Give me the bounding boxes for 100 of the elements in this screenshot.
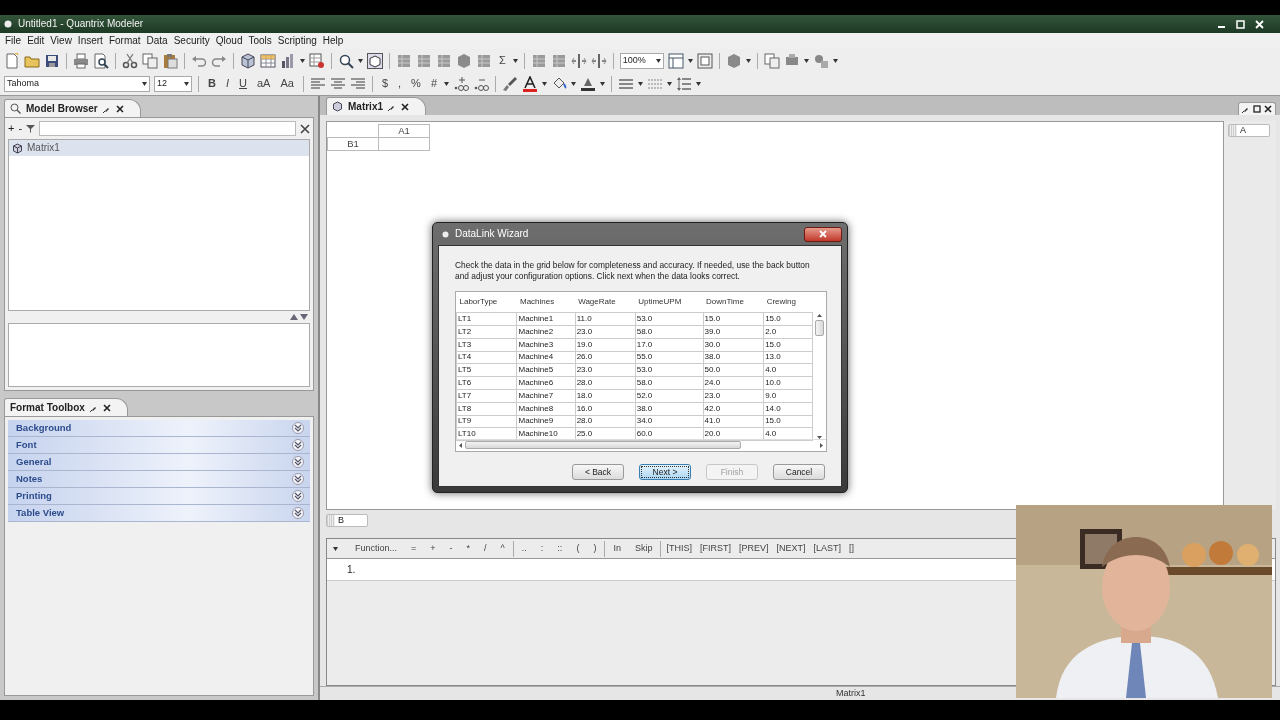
zoom-select[interactable]: 100%	[619, 52, 664, 69]
paste-icon[interactable]	[162, 52, 178, 69]
bold-button[interactable]: B	[205, 76, 219, 91]
menu-item[interactable]: Qloud	[212, 35, 246, 47]
caret-icon[interactable]	[687, 58, 693, 63]
operator-button[interactable]: )	[586, 543, 604, 554]
caret-icon[interactable]	[600, 81, 605, 86]
operator-button[interactable]: [NEXT]	[772, 543, 810, 554]
cube-outline-icon[interactable]	[367, 52, 383, 69]
caret-icon[interactable]	[745, 58, 751, 63]
copy-icon[interactable]	[142, 52, 158, 69]
operator-button[interactable]: In	[606, 543, 628, 554]
sheet-settings-icon[interactable]	[309, 52, 325, 69]
new-file-icon[interactable]	[4, 52, 20, 69]
operator-button[interactable]: [PREV]	[734, 543, 773, 554]
grid-cell[interactable]	[378, 137, 430, 151]
scrollbar-thumb[interactable]	[465, 441, 741, 450]
operator-button[interactable]: [LAST]	[809, 543, 845, 554]
panel-tab[interactable]: Model Browser	[4, 99, 141, 117]
dialog-button[interactable]: Next >	[639, 463, 691, 480]
scissors-icon[interactable]	[122, 52, 138, 69]
search-icon[interactable]	[338, 52, 354, 69]
caret-icon[interactable]	[184, 81, 189, 86]
font-size-select[interactable]: 12	[154, 75, 192, 92]
layout-icon[interactable]	[667, 52, 684, 69]
menu-item[interactable]: File	[2, 35, 25, 47]
operator-button[interactable]: [FIRST]	[695, 543, 735, 554]
sum-button[interactable]: Σ	[496, 53, 509, 68]
scrollbar-thumb[interactable]	[815, 319, 824, 336]
add-button[interactable]: +	[8, 121, 15, 136]
close-button[interactable]	[804, 226, 842, 242]
print-preview-icon[interactable]	[93, 52, 109, 69]
menu-item[interactable]: Scripting	[274, 35, 320, 47]
align-left-icon[interactable]	[309, 75, 326, 92]
align-right-icon[interactable]	[349, 75, 366, 92]
paintbrush-icon[interactable]	[502, 75, 518, 92]
column-split-icon[interactable]	[590, 52, 607, 69]
caret-icon[interactable]	[444, 81, 449, 86]
accordion-header[interactable]: Table View	[8, 505, 310, 522]
caret-icon[interactable]	[542, 81, 547, 86]
accordion-header[interactable]: Printing	[8, 488, 310, 505]
decimal-increase-icon[interactable]	[453, 75, 469, 92]
accordion-header[interactable]: Notes	[8, 471, 310, 488]
column-header[interactable]: A1	[378, 124, 430, 138]
menu-item[interactable]: Data	[143, 35, 171, 47]
number-format-button[interactable]: $	[378, 76, 392, 91]
caret-icon[interactable]	[696, 81, 701, 86]
filter-icon[interactable]	[26, 124, 36, 133]
italic-button[interactable]: I	[222, 76, 232, 91]
tree-item[interactable]: Matrix1	[9, 140, 309, 156]
number-format-button[interactable]: ,	[395, 76, 405, 91]
row-header[interactable]: B1	[327, 137, 379, 151]
operator-button[interactable]: /	[477, 543, 494, 554]
function-menu[interactable]: Function...	[348, 543, 405, 554]
caret-icon[interactable]	[358, 58, 363, 63]
filter-field[interactable]	[39, 121, 296, 136]
operator-button[interactable]: =	[404, 543, 424, 554]
menu-item[interactable]: Tools	[245, 35, 275, 47]
accordion-header[interactable]: General	[8, 454, 310, 471]
shape-icon[interactable]	[456, 52, 472, 69]
bar-chart-icon[interactable]	[280, 52, 296, 69]
printer-icon[interactable]	[73, 52, 89, 69]
operator-button[interactable]: ::	[550, 543, 570, 554]
menu-item[interactable]: Edit	[24, 35, 48, 47]
pin-icon[interactable]	[1242, 105, 1250, 113]
caret-icon[interactable]	[333, 546, 338, 551]
column-split-icon[interactable]	[570, 52, 587, 69]
caret-icon[interactable]	[803, 58, 809, 63]
accordion-header[interactable]: Background	[8, 420, 310, 437]
caret-icon[interactable]	[300, 58, 305, 63]
align-center-icon[interactable]	[329, 75, 346, 92]
operator-button[interactable]: ^	[493, 543, 512, 554]
menu-item[interactable]: Help	[319, 35, 347, 47]
menu-item[interactable]: Insert	[74, 35, 106, 47]
operator-button[interactable]: +	[423, 543, 443, 554]
operator-button[interactable]: ..	[514, 543, 534, 554]
line-spacing-icon[interactable]	[676, 75, 692, 92]
caret-icon[interactable]	[512, 58, 518, 63]
accordion-header[interactable]: Font	[8, 437, 310, 454]
category-tile[interactable]: A	[1228, 124, 1270, 137]
caret-icon[interactable]	[571, 81, 576, 86]
number-format-button[interactable]: %	[408, 76, 424, 91]
operator-button[interactable]: *	[459, 543, 478, 554]
menu-item[interactable]: Format	[105, 35, 144, 47]
caret-icon[interactable]	[667, 81, 672, 86]
dialog-button[interactable]: < Back	[572, 463, 624, 480]
menu-item[interactable]: View	[47, 35, 75, 47]
notes-field[interactable]	[8, 323, 310, 387]
operator-button[interactable]: []	[844, 543, 858, 554]
font-size-button[interactable]: aA	[253, 76, 274, 91]
font-size-button[interactable]: Aa	[277, 76, 297, 91]
dialog-button[interactable]: Cancel	[773, 463, 825, 480]
frame-icon[interactable]	[696, 52, 713, 69]
operator-button[interactable]: (	[569, 543, 587, 554]
table-icon[interactable]	[260, 52, 276, 69]
font-color-icon[interactable]	[522, 75, 538, 92]
operator-button[interactable]: Skip	[627, 543, 660, 554]
operator-button[interactable]: -	[442, 543, 460, 554]
close-icon[interactable]	[115, 104, 124, 113]
operator-button[interactable]: [THIS]	[662, 543, 696, 554]
